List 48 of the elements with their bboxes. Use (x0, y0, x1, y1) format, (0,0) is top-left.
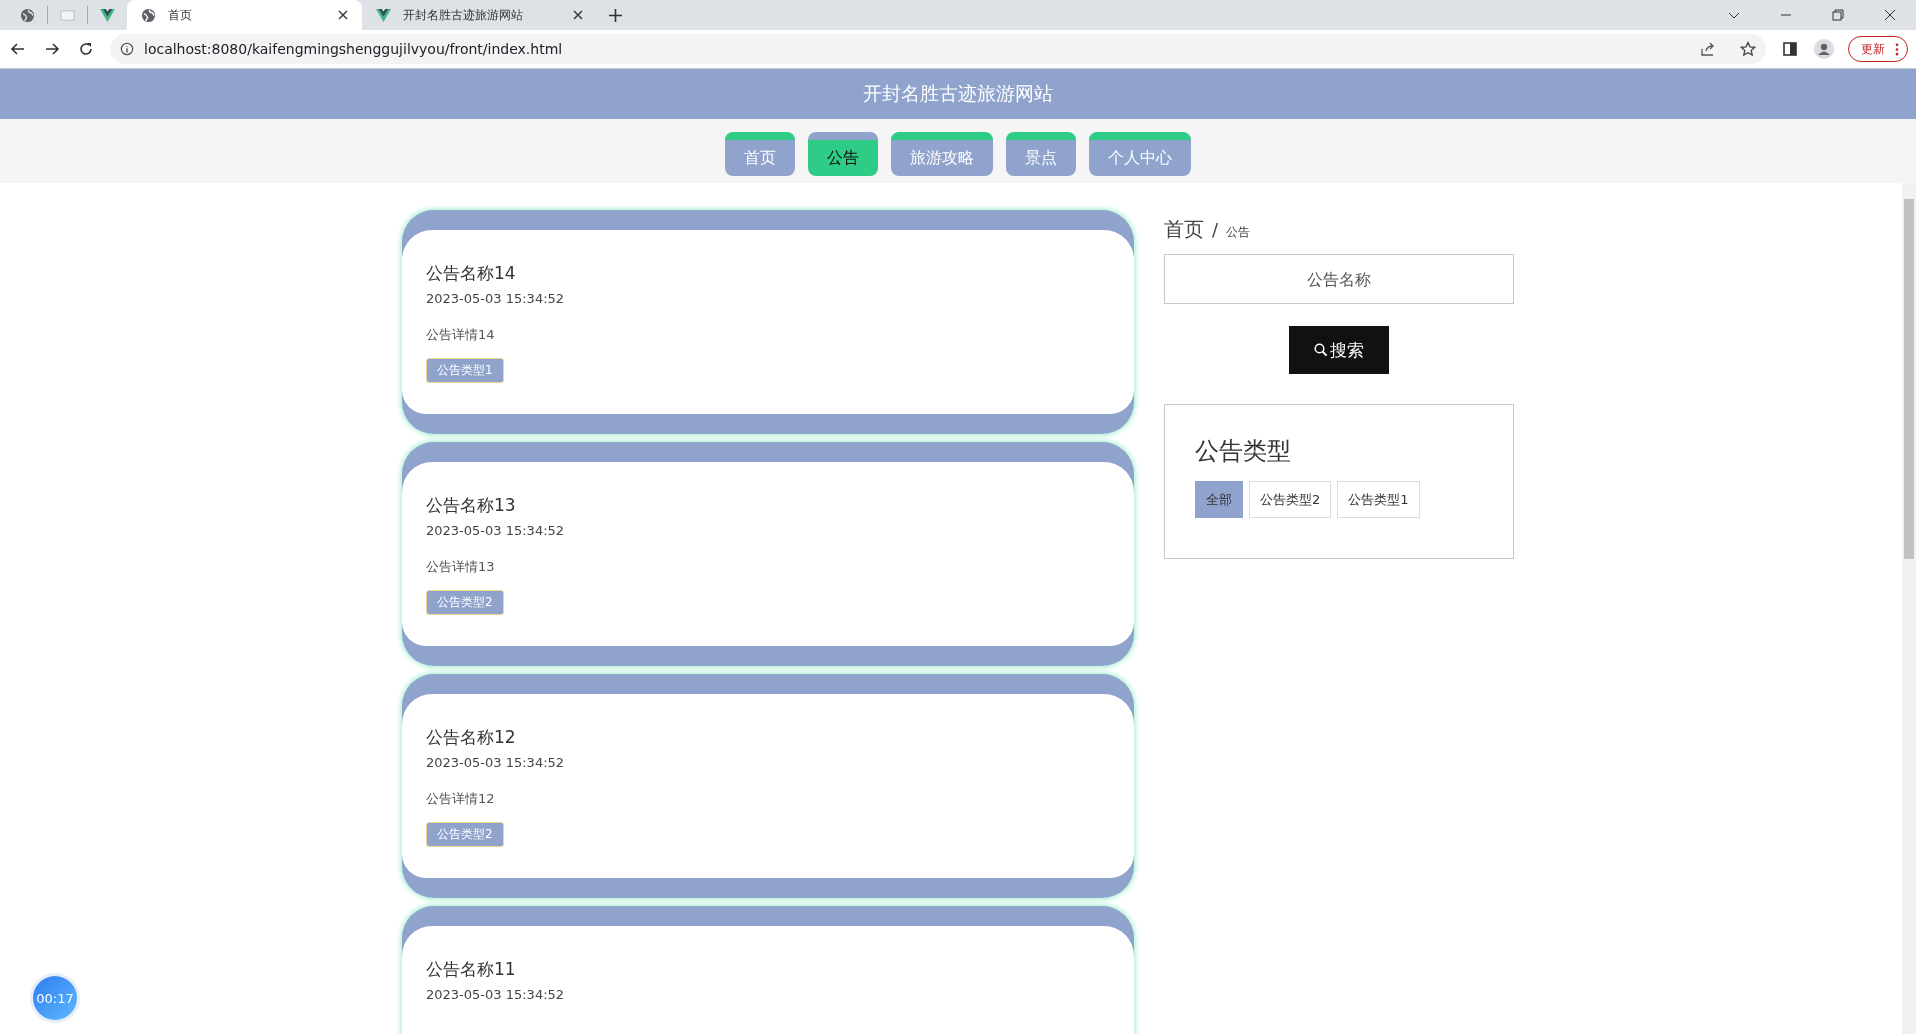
address-bar[interactable]: localhost:8080/kaifengmingshenggujilvyou/front/index.html (110, 34, 1766, 64)
browser-tab[interactable]: 首页 (127, 0, 362, 30)
notice-type-tag: 公告类型2 (426, 822, 504, 847)
site-title: 开封名胜古迹旅游网站 (863, 81, 1053, 106)
more-icon (1895, 42, 1899, 56)
vue-logo-icon[interactable] (100, 7, 115, 23)
notice-card[interactable]: 公告名称12 2023-05-03 15:34:52 公告详情12 公告类型2 (402, 674, 1134, 898)
breadcrumb-link[interactable]: 首页 (1164, 216, 1204, 243)
globe-icon[interactable] (20, 7, 35, 23)
notice-card[interactable]: 公告名称11 2023-05-03 15:34:52 (402, 906, 1134, 1034)
notice-detail: 公告详情13 (426, 558, 496, 576)
vue-logo-icon (376, 7, 391, 23)
close-icon[interactable] (1884, 9, 1896, 21)
scrollbar[interactable] (1902, 183, 1916, 1034)
nav-button[interactable]: 公告 (808, 132, 878, 176)
profile-icon[interactable] (1814, 39, 1834, 59)
notice-time: 2023-05-03 15:34:52 (426, 291, 566, 306)
notice-title: 公告名称12 (426, 726, 517, 749)
notice-time: 2023-05-03 15:34:52 (426, 523, 566, 538)
notice-type-tag: 公告类型2 (426, 590, 504, 615)
breadcrumb-separator: / (1212, 219, 1219, 240)
close-icon[interactable] (573, 10, 583, 20)
globe-icon (141, 7, 156, 23)
notice-title: 公告名称14 (426, 262, 517, 285)
browser-tab[interactable]: 开封名胜古迹旅游网站 (362, 0, 597, 30)
notice-type-tag: 公告类型1 (426, 358, 504, 383)
notice-card[interactable]: 公告名称13 2023-05-03 15:34:52 公告详情13 公告类型2 (402, 442, 1134, 666)
side-panel-icon[interactable] (1780, 41, 1800, 57)
search-button[interactable]: 搜索 (1289, 326, 1389, 374)
search-icon (1314, 343, 1328, 357)
timer-badge: 00:17 (33, 976, 77, 1020)
notice-time: 2023-05-03 15:34:52 (426, 987, 566, 1002)
close-icon[interactable] (338, 10, 348, 20)
notice-card[interactable]: 公告名称14 2023-05-03 15:34:52 公告详情14 公告类型1 (402, 210, 1134, 434)
new-tab-icon[interactable] (609, 8, 622, 22)
notice-detail: 公告详情14 (426, 326, 496, 344)
search-field[interactable]: 公告名称 (1164, 254, 1514, 304)
notice-detail: 公告详情12 (426, 790, 496, 808)
notice-title: 公告名称13 (426, 494, 517, 517)
filter-option[interactable]: 公告类型1 (1337, 481, 1420, 518)
update-button[interactable]: 更新 (1848, 36, 1908, 62)
notice-title: 公告名称11 (426, 958, 517, 981)
filter-title: 公告类型 (1195, 436, 1292, 467)
filter-option[interactable]: 全部 (1195, 481, 1243, 518)
filter-option[interactable]: 公告类型2 (1249, 481, 1332, 518)
notice-time: 2023-05-03 15:34:52 (426, 755, 566, 770)
restore-icon[interactable] (1832, 9, 1844, 21)
breadcrumb-current: 公告 (1226, 224, 1251, 241)
